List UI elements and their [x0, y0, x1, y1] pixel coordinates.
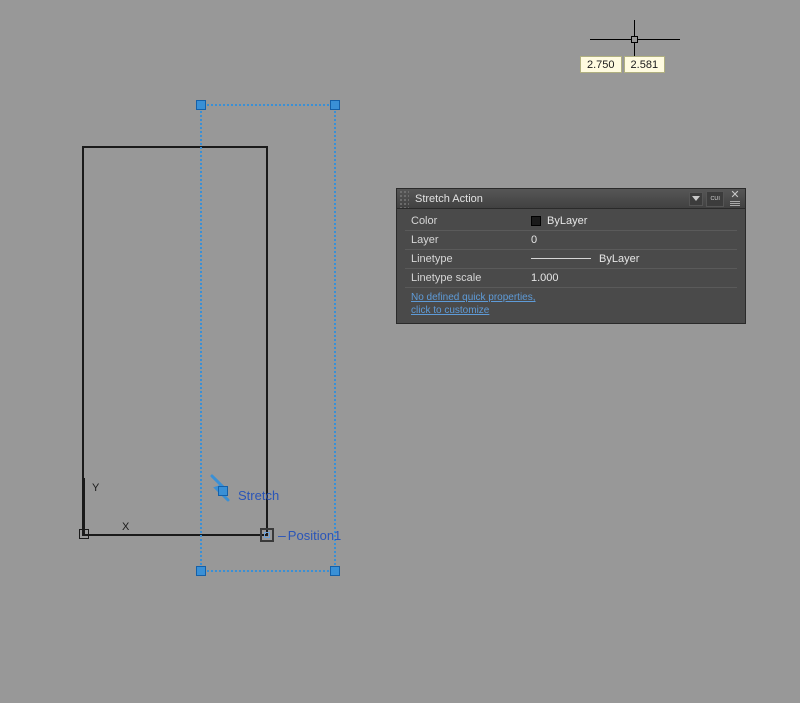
- grip-se[interactable]: [330, 566, 340, 576]
- property-key: Color: [411, 215, 531, 227]
- panel-options-button[interactable]: [689, 192, 703, 206]
- drawing-canvas[interactable]: 2.750 2.581 Y X Stretch – Position1 S: [0, 0, 800, 703]
- dash-icon: –: [278, 527, 286, 543]
- panel-body: Color ByLayer Layer 0 Linetype ByLayer: [397, 209, 745, 323]
- crosshair-cursor: [590, 20, 680, 60]
- customize-ui-button[interactable]: CUI: [706, 191, 724, 207]
- coord-y: 2.581: [624, 56, 666, 73]
- property-value: 1.000: [531, 272, 559, 284]
- ucs-icon: Y X: [82, 478, 152, 548]
- property-value: ByLayer: [599, 253, 639, 265]
- property-row-color[interactable]: Color ByLayer: [411, 212, 737, 229]
- position-grip-icon: [260, 528, 274, 542]
- property-key: Linetype scale: [411, 272, 531, 284]
- linetype-preview-icon: [531, 258, 591, 259]
- position-label: Position1: [288, 528, 341, 543]
- grip-sw[interactable]: [196, 566, 206, 576]
- color-swatch-icon: [531, 216, 541, 226]
- panel-title: Stretch Action: [413, 193, 689, 205]
- stretch-action-marker[interactable]: Stretch: [212, 478, 279, 504]
- panel-header[interactable]: Stretch Action CUI ✕: [397, 189, 745, 209]
- coordinate-readout: 2.750 2.581: [580, 56, 665, 73]
- stretch-icon: [212, 478, 234, 504]
- coord-x: 2.750: [580, 56, 622, 73]
- drag-handle-icon[interactable]: [399, 190, 409, 208]
- property-row-layer[interactable]: Layer 0: [411, 231, 737, 248]
- quick-properties-panel[interactable]: Stretch Action CUI ✕ Color ByLayer: [396, 188, 746, 324]
- property-value: ByLayer: [547, 215, 587, 227]
- ucs-y-label: Y: [92, 482, 99, 494]
- customize-link-line1[interactable]: No defined quick properties,: [411, 291, 737, 304]
- property-key: Linetype: [411, 253, 531, 265]
- ucs-x-label: X: [122, 521, 129, 533]
- panel-menu-icon[interactable]: [730, 200, 740, 207]
- property-row-ltscale[interactable]: Linetype scale 1.000: [411, 269, 737, 286]
- property-row-linetype[interactable]: Linetype ByLayer: [411, 250, 737, 267]
- chevron-down-icon: [692, 196, 700, 202]
- grip-nw[interactable]: [196, 100, 206, 110]
- property-value: 0: [531, 234, 537, 246]
- property-key: Layer: [411, 234, 531, 246]
- position-parameter-marker[interactable]: – Position1: [260, 527, 341, 543]
- stretch-label: Stretch: [238, 488, 279, 503]
- close-button[interactable]: ✕: [730, 191, 739, 199]
- customize-link-line2[interactable]: click to customize: [411, 304, 737, 317]
- grip-ne[interactable]: [330, 100, 340, 110]
- cui-label: CUI: [710, 196, 719, 201]
